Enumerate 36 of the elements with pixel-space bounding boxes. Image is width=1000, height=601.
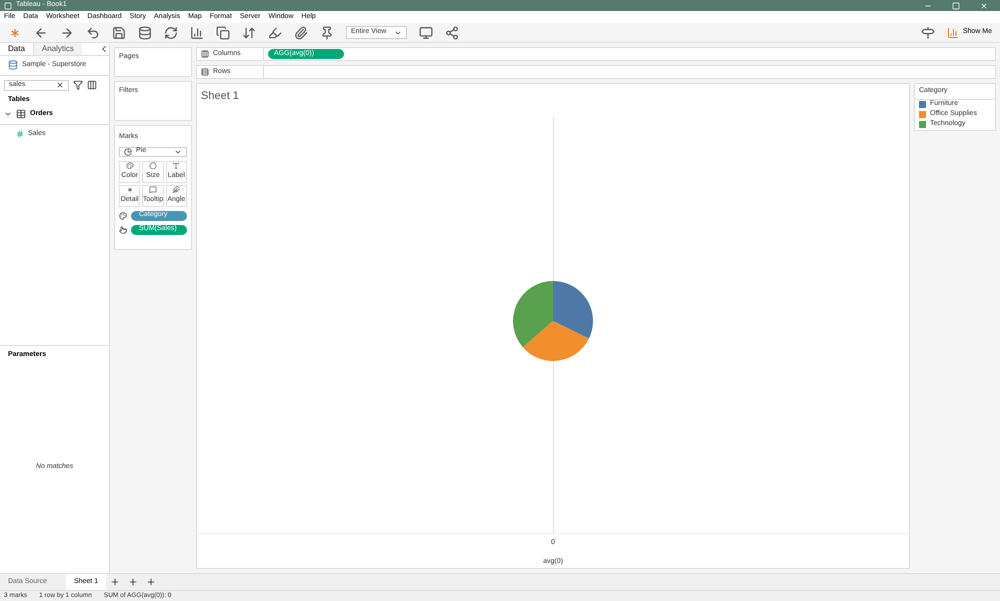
circle-icon [146, 162, 159, 169]
sheet-title: Sheet 1 [200, 89, 240, 104]
save-icon[interactable] [112, 26, 126, 40]
database-icon[interactable] [138, 26, 152, 40]
signpost-icon[interactable] [920, 26, 935, 40]
highlighter-icon[interactable] [268, 26, 282, 40]
table-icon [16, 109, 26, 120]
monitor-icon[interactable] [419, 26, 434, 40]
palette-icon [119, 212, 127, 220]
maximize-icon[interactable] [952, 2, 960, 10]
pie-icon [124, 148, 132, 156]
measure-icon [16, 130, 24, 138]
bar-chart-icon [946, 26, 959, 38]
new-sheet-icon[interactable] [110, 577, 120, 587]
paperclip-icon[interactable] [294, 26, 308, 40]
copy-icon[interactable] [216, 26, 230, 40]
undo-icon[interactable] [86, 26, 100, 40]
columns-icon [201, 50, 209, 58]
clear-icon[interactable] [56, 81, 64, 89]
database-icon [8, 60, 18, 70]
pane-tab[interactable]: Analytics [32, 43, 82, 55]
view-icon[interactable] [87, 80, 97, 90]
filter-icon[interactable] [73, 80, 83, 90]
new-dashboard-icon[interactable] [128, 577, 138, 587]
pen-icon [170, 186, 182, 193]
new-story-icon[interactable] [146, 577, 156, 587]
palette-icon [124, 162, 136, 169]
bar-chart-icon[interactable] [190, 26, 204, 40]
sort-icon[interactable] [242, 26, 256, 40]
speech-bubble-icon [146, 186, 159, 193]
refresh-icon[interactable] [164, 26, 178, 40]
rows-icon [201, 68, 209, 76]
share-icon[interactable] [445, 26, 460, 40]
pin-icon[interactable] [320, 26, 334, 40]
pointer-icon [119, 226, 127, 234]
close-icon[interactable] [980, 2, 988, 10]
